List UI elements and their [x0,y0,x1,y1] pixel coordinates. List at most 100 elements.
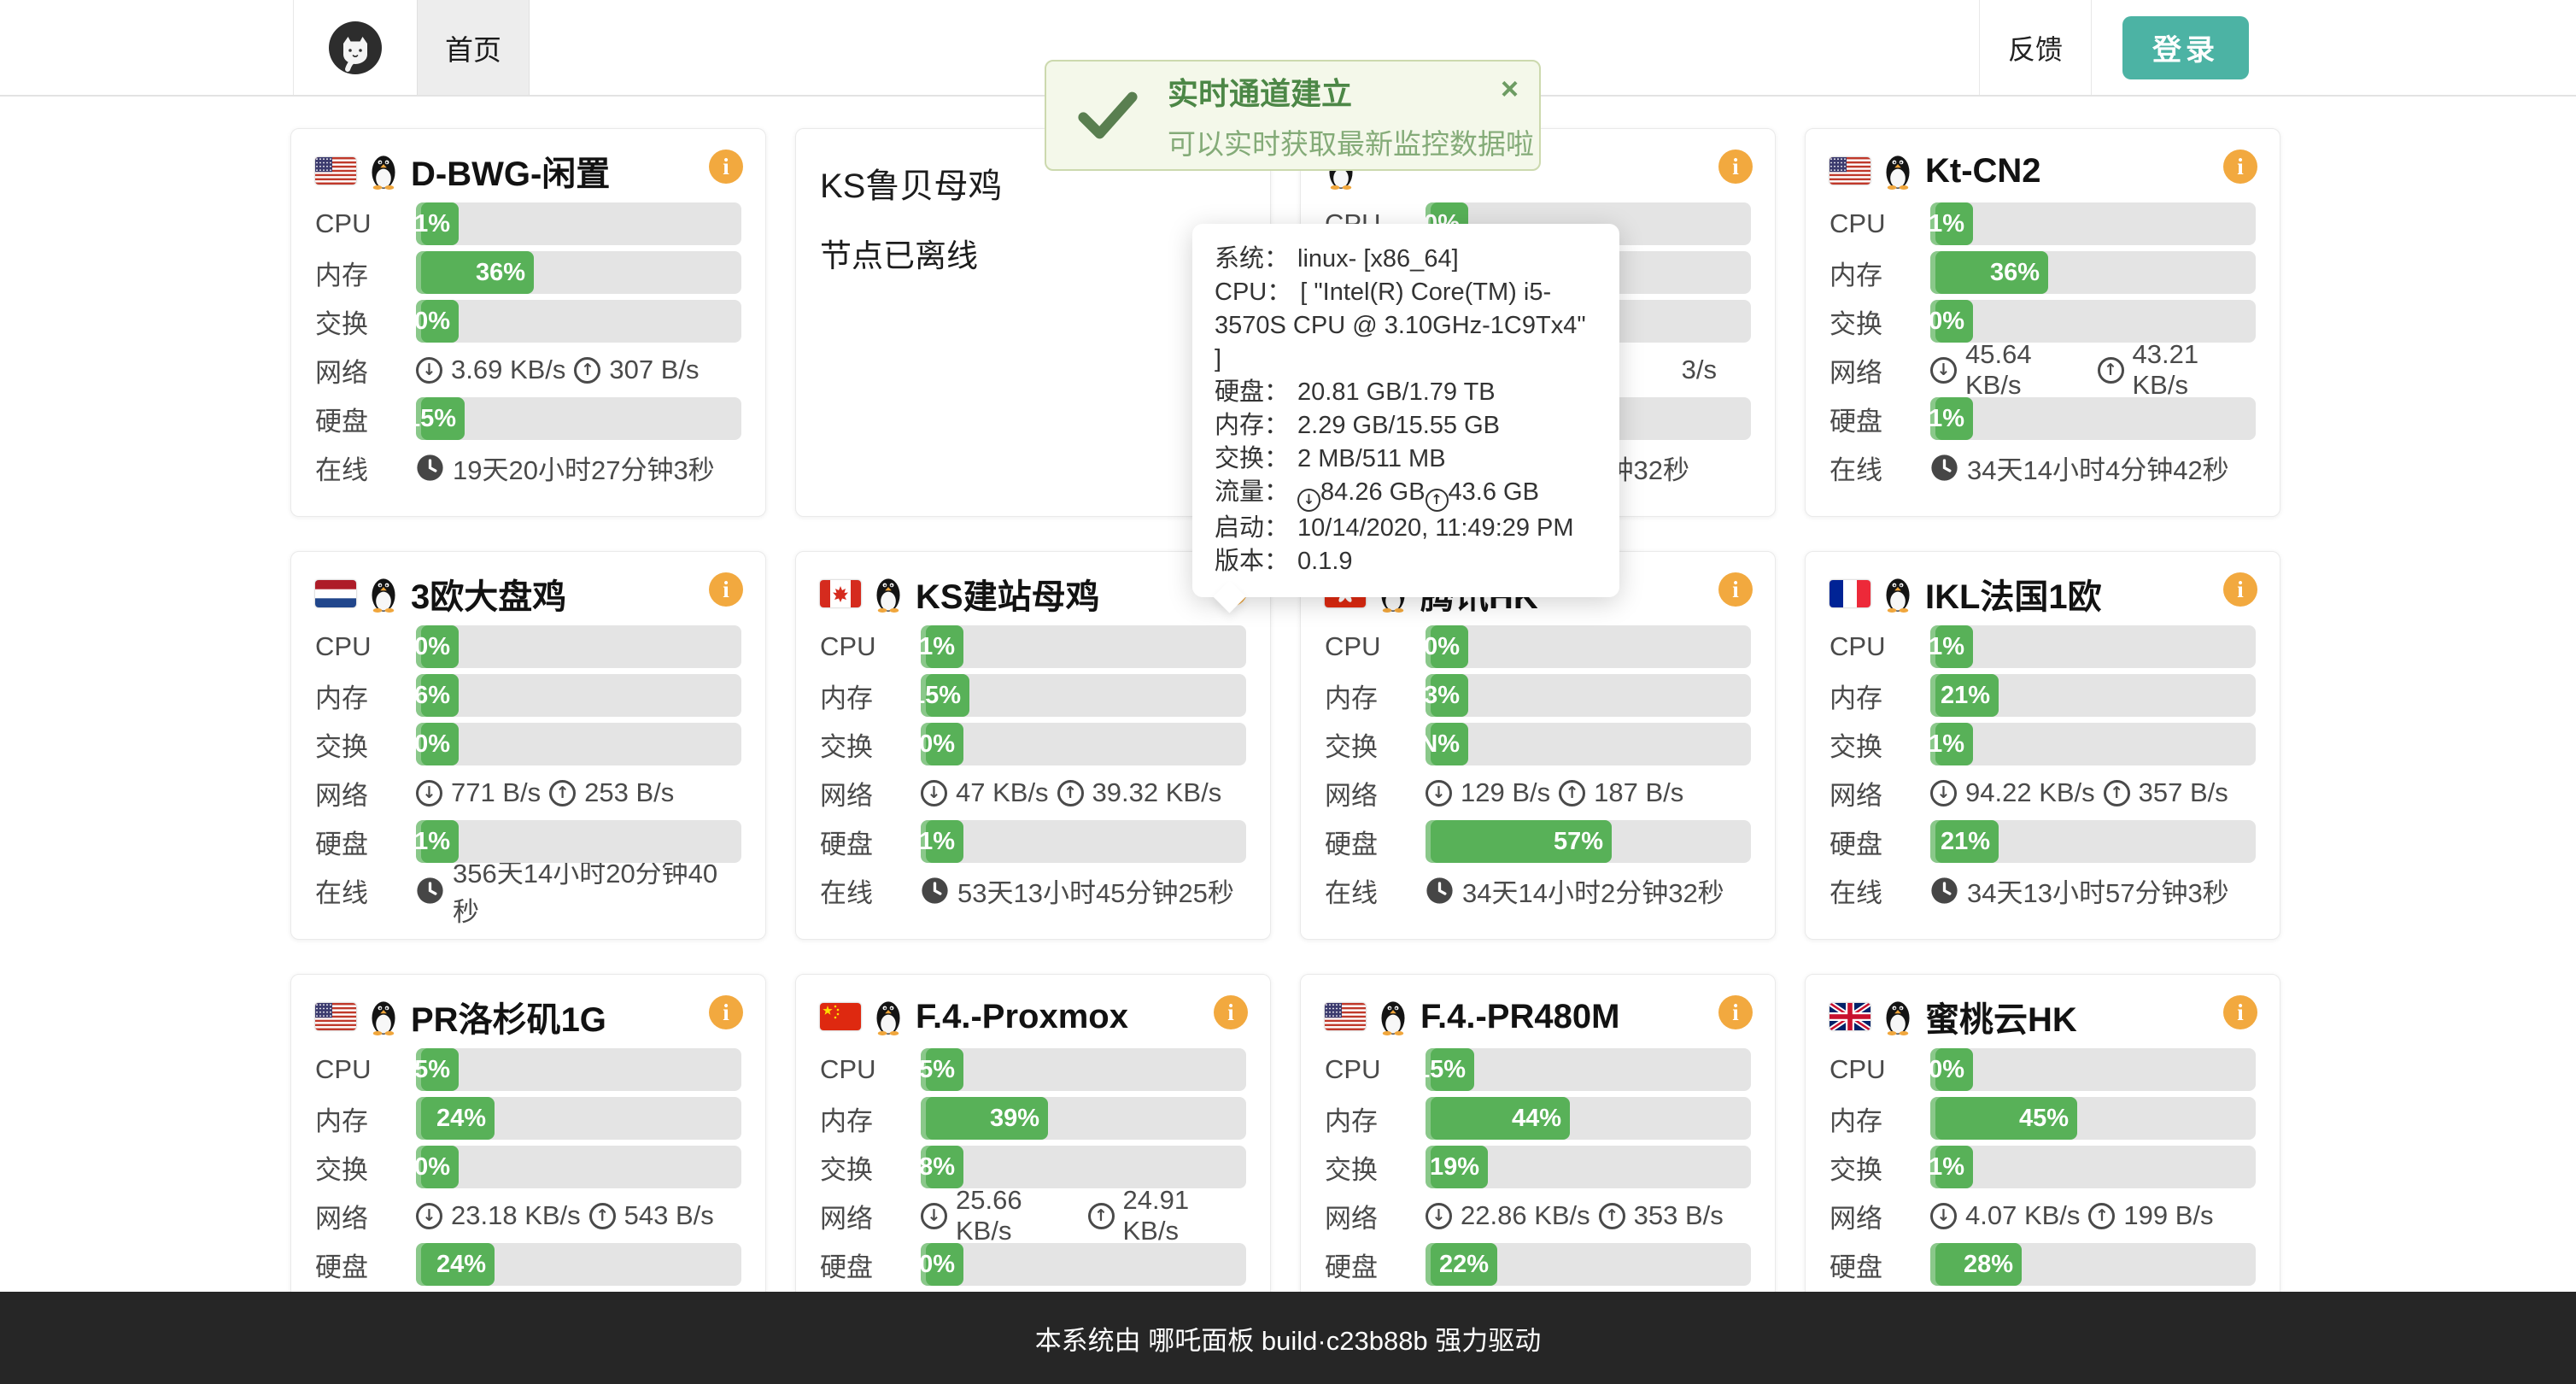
flag-us-icon [315,157,356,185]
tooltip-label: 系统： [1215,245,1289,273]
cpu-bar-fill: 0% [1930,1048,1973,1091]
memory-bar-fill: 15% [921,674,969,717]
disk-bar-fill: 57% [1426,820,1612,863]
footer: 本系统由 哪吒面板 build·c23b88b 强力驱动 [0,1292,2576,1384]
tooltip-boot-line: 启动：10/14/2020, 11:49:29 PM [1215,512,1597,545]
row-label-net: 网络 [315,774,416,812]
upload-icon: ↑ [2088,1203,2115,1229]
row-label-net: 网络 [820,774,921,812]
offline-status: 节点已离线 [820,230,1246,276]
row-label-net: 网络 [1830,774,1930,812]
disk-bar-fill: 21% [1930,820,1999,863]
server-card: 腾讯HKiCPU0%内存3%交换NaN%网络↓129 B/s↑187 B/s硬盘… [1300,551,1776,940]
memory-bar-fill: 44% [1426,1097,1570,1140]
cpu-bar-fill: 1% [1930,625,1973,668]
linux-penguin-icon [872,575,905,613]
info-icon[interactable]: i [1718,572,1753,607]
memory-bar: 36% [416,251,741,294]
online-duration: 53天13小时45分钟25秒 [957,871,1234,910]
upload-speed: 253 B/s [584,777,674,808]
info-icon[interactable]: i [1214,995,1248,1029]
row-label-mem: 内存 [1325,1100,1426,1138]
row-label-mem: 内存 [1830,677,1930,715]
navbar-right: 反馈 登录 [1979,0,2249,95]
stat-rows: CPU1%内存36%交换0%网络↓3.69 KB/s↑307 B/s硬盘15%在… [315,202,741,489]
upload-speed: 43.21 KB/s [2133,339,2257,401]
site-logo[interactable] [294,21,417,75]
swap-bar: 0% [1930,300,2256,343]
row-label-cpu: CPU [315,208,416,239]
upload-speed: 39.32 KB/s [1092,777,1222,808]
flag-ca-icon [820,580,861,607]
server-name: F.4.-Proxmox [916,998,1128,1036]
row-label-cpu: CPU [1830,1054,1930,1085]
swap-bar-fill: 0% [416,1146,459,1188]
row-label-swap: 交换 [820,1148,921,1187]
stat-rows: CPU1%内存36%交换0%网络↓45.64 KB/s↑43.21 KB/s硬盘… [1830,202,2256,489]
upload-speed: 353 B/s [1634,1200,1724,1231]
tooltip-value: 0.1.9 [1297,548,1353,575]
row-label-net: 网络 [315,1197,416,1235]
info-icon[interactable]: i [1718,995,1753,1029]
info-icon[interactable]: i [2223,572,2257,607]
row-label-mem: 内存 [820,677,921,715]
nav-tab-home[interactable]: 首页 [417,0,530,95]
online-row: 53天13小时45分钟25秒 [921,869,1246,912]
row-label-mem: 内存 [1325,677,1426,715]
toast-close-icon[interactable]: × [1501,73,1519,104]
memory-bar-fill: 36% [416,251,534,294]
feedback-link[interactable]: 反馈 [1979,0,2092,95]
row-label-mem: 内存 [1830,254,1930,292]
footer-text[interactable]: 本系统由 哪吒面板 build·c23b88b 强力驱动 [1035,1319,1542,1358]
row-label-swap: 交换 [315,302,416,341]
online-row: 19天20小时27分钟3秒 [416,446,741,489]
swap-bar: 19% [1426,1146,1751,1188]
info-icon[interactable]: i [709,995,743,1029]
disk-bar: 22% [1426,1243,1751,1286]
swap-bar-fill: NaN% [1426,723,1468,765]
download-speed: 3.69 KB/s [451,355,565,385]
clock-icon [1426,877,1454,905]
download-icon: ↓ [1930,1203,1957,1229]
download-speed: 47 KB/s [956,777,1049,808]
tooltip-label: 硬盘： [1215,378,1289,406]
network-row: ↓94.22 KB/s↑357 B/s [1930,771,2256,814]
row-label-swap: 交换 [1830,1148,1930,1187]
download-speed: 45.64 KB/s [1965,339,2089,401]
network-row: ↓47 KB/s↑39.32 KB/s [921,771,1246,814]
online-duration: 356天14小时20分钟40秒 [453,852,741,929]
linux-penguin-icon [367,152,400,190]
info-icon[interactable]: i [2223,995,2257,1029]
server-name: KS建站母鸡 [916,569,1100,619]
info-icon[interactable]: i [2223,150,2257,184]
info-icon[interactable]: i [709,150,743,184]
upload-icon: ↑ [1088,1203,1115,1229]
download-icon: ↓ [1426,780,1452,806]
server-name: 蜜桃云HK [1925,992,2077,1041]
cpu-bar: 1% [416,202,741,245]
clock-icon [416,454,444,482]
tooltip-label: 交换： [1215,445,1289,472]
cpu-bar: 1% [1930,202,2256,245]
upload-icon: ↑ [2098,357,2124,384]
row-label-mem: 内存 [315,1100,416,1138]
disk-bar: 28% [1930,1243,2256,1286]
row-label-swap: 交换 [1830,302,1930,341]
row-label-online: 在线 [315,871,416,910]
tooltip-label: 流量： [1215,478,1289,506]
tooltip-cpu-line: CPU：[ "Intel(R) Core(TM) i5-3570S CPU @ … [1215,276,1597,376]
memory-bar: 45% [1930,1097,2256,1140]
swap-bar-fill: 19% [1426,1146,1488,1188]
info-icon[interactable]: i [1718,150,1753,184]
flag-us-icon [315,1003,356,1030]
server-info-tooltip: 系统：linux- [x86_64] CPU：[ "Intel(R) Core(… [1192,224,1619,597]
row-label-disk: 硬盘 [1830,400,1930,438]
login-button[interactable]: 登录 [2122,16,2249,79]
network-row: ↓25.66 KB/s↑24.91 KB/s [921,1194,1246,1237]
server-title-row: F.4.-Proxmox [820,995,1246,1038]
server-name: IKL法国1欧 [1925,569,2102,619]
row-label-cpu: CPU [1830,631,1930,662]
success-check-icon [1077,89,1139,142]
info-icon[interactable]: i [709,572,743,607]
download-speed: 771 B/s [451,777,541,808]
